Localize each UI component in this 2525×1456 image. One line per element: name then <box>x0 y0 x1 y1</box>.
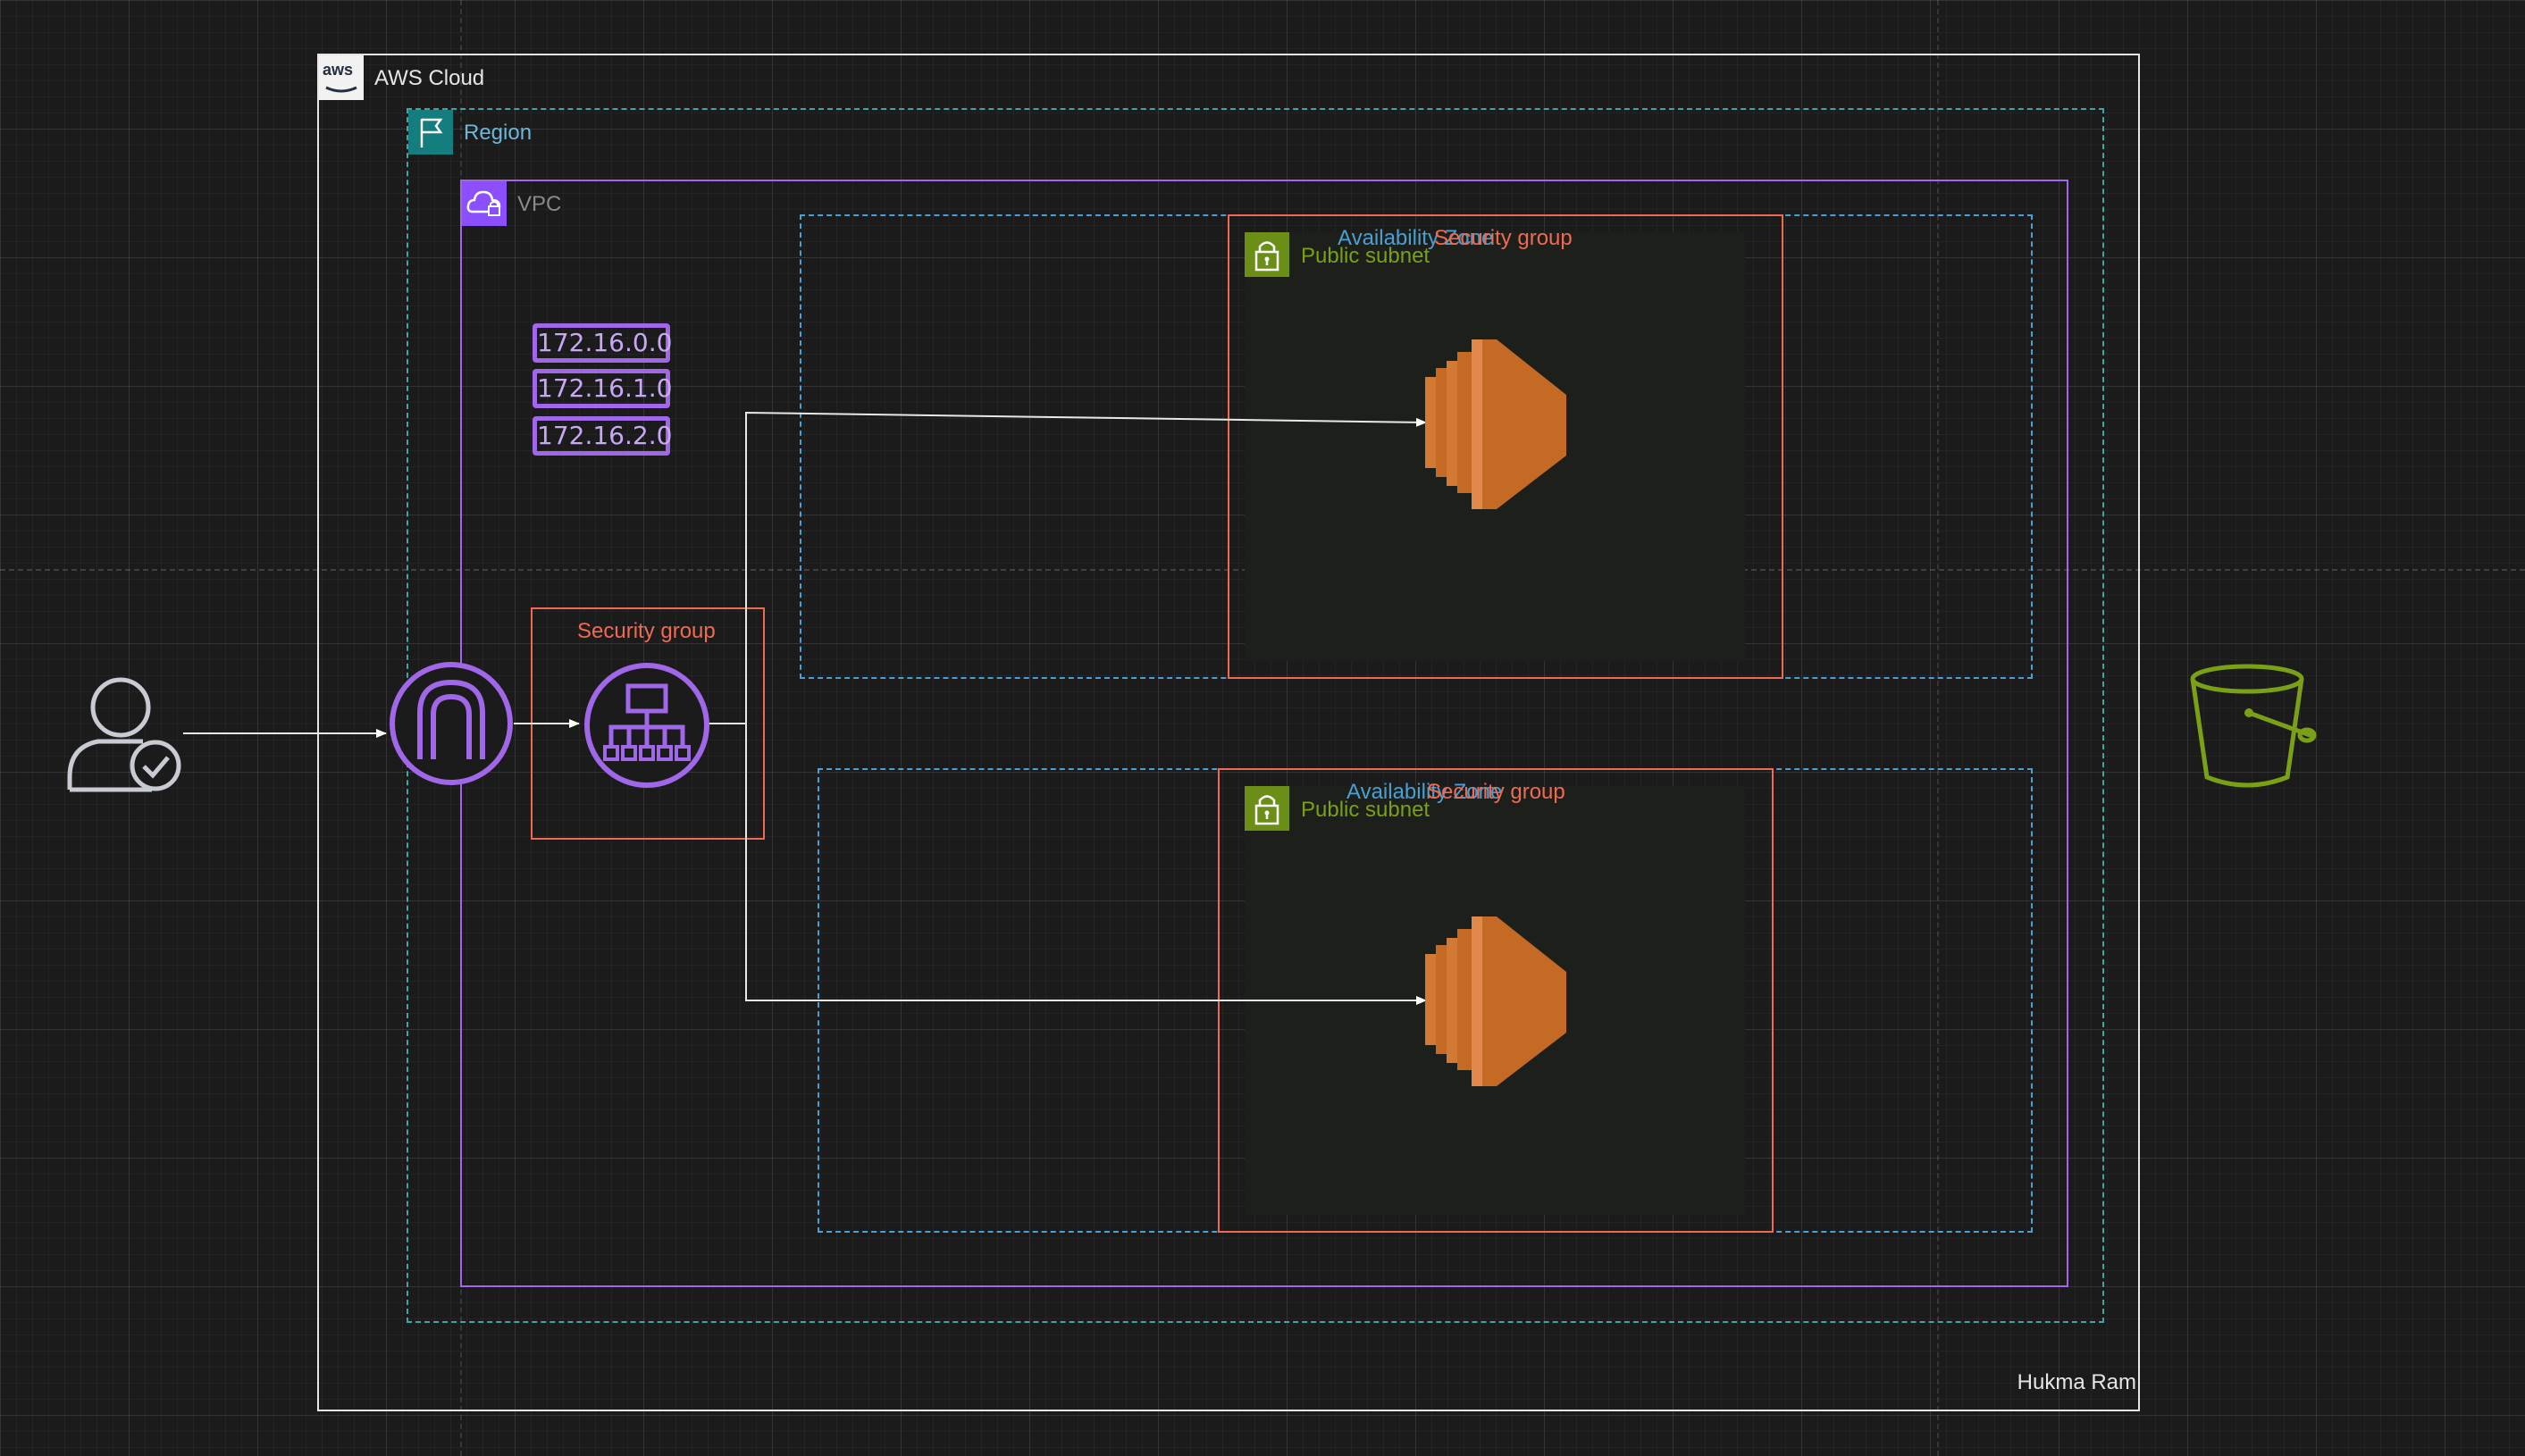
connectors <box>183 411 1427 1005</box>
s3-bucket-icon[interactable] <box>2187 659 2319 793</box>
connector-load-balancer-to-instance-bottom <box>745 724 1427 1005</box>
ec2-instance-icon[interactable] <box>1425 916 1568 1086</box>
authenticated-user-icon <box>67 677 181 792</box>
application-load-balancer-icon[interactable] <box>583 661 711 790</box>
ec2-instance-icon[interactable] <box>1425 339 1568 509</box>
connector-load-balancer-to-instance-top <box>709 411 1427 724</box>
internet-gateway-icon[interactable] <box>387 659 516 788</box>
